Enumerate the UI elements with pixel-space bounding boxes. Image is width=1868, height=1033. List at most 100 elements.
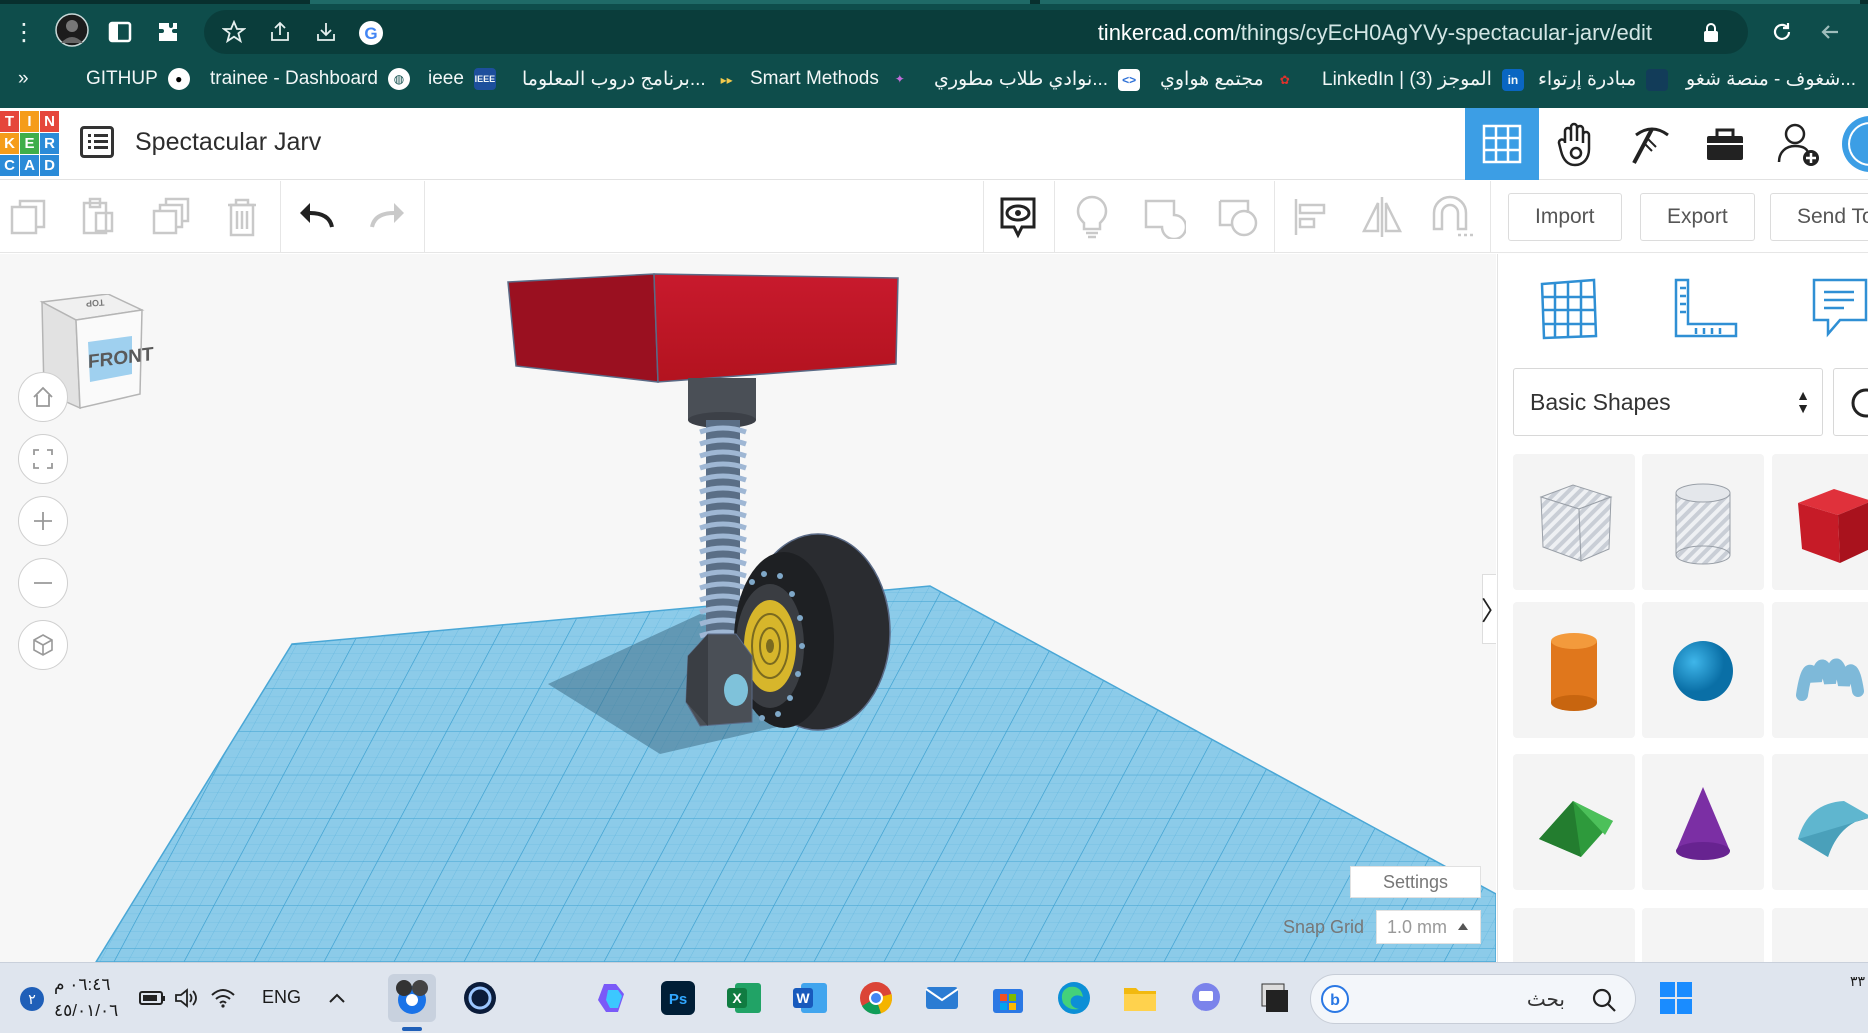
import-button[interactable]: Import [1508, 193, 1622, 241]
workplane-viewport[interactable]: FRONT TOP Settings Snap Grid 1.0 mm 〉 [0, 254, 1496, 962]
codeblocks-button[interactable] [1614, 108, 1688, 180]
export-button[interactable]: Export [1640, 193, 1755, 241]
workplane-scene[interactable] [0, 254, 1496, 962]
ruler-tool[interactable] [1670, 274, 1746, 344]
tinkercad-logo[interactable]: T I N K E R C A D [0, 111, 59, 177]
bookmark-item[interactable]: مبادرة إرتواء [1538, 68, 1669, 91]
shape-tile-box[interactable] [1772, 454, 1868, 590]
battery-icon[interactable] [138, 983, 168, 1013]
notes-tool[interactable] [1810, 274, 1868, 344]
shape-tile[interactable] [1513, 908, 1635, 962]
taskbar-search[interactable]: b بحث [1310, 974, 1636, 1024]
zoom-in-button[interactable] [18, 496, 68, 546]
copilot-app[interactable] [588, 974, 636, 1022]
bookmark-item[interactable]: Smart Methods ✦ [750, 68, 911, 90]
shape-tile[interactable] [1772, 908, 1868, 962]
app-icon[interactable] [1250, 974, 1298, 1022]
shape-tile-cylinder-hole[interactable] [1642, 454, 1764, 590]
delete-button[interactable] [218, 193, 266, 241]
google-icon[interactable]: G [354, 16, 388, 50]
tray-overflow-icon[interactable] [322, 983, 352, 1013]
projects-button[interactable] [1688, 108, 1762, 180]
bookmark-star-icon[interactable] [216, 14, 252, 50]
panel-collapse-toggle[interactable]: 〉 [1481, 574, 1496, 644]
undo-button[interactable] [292, 193, 340, 241]
shape-tile-round-roof[interactable] [1772, 754, 1868, 890]
workplane-tool[interactable] [1534, 274, 1610, 344]
shape-tile[interactable] [1642, 908, 1764, 962]
clock-time[interactable]: ٠٦:٤٦ م [54, 975, 111, 995]
home-view-button[interactable] [18, 372, 68, 422]
wifi-icon[interactable] [208, 983, 238, 1013]
clock-date[interactable]: ٤٥/٠١/٠٦ [54, 1001, 118, 1021]
bookmark-item[interactable]: برنامج دروب المعلوما... ▸▸ [522, 68, 738, 91]
volume-icon[interactable] [172, 983, 202, 1013]
cinema4d-app[interactable] [456, 974, 504, 1022]
circuits-button[interactable] [1540, 108, 1614, 180]
file-explorer-app[interactable] [1116, 974, 1164, 1022]
install-app-icon[interactable] [308, 14, 344, 50]
fit-view-button[interactable] [18, 434, 68, 484]
settings-button[interactable]: Settings [1350, 866, 1481, 898]
bookmark-item[interactable]: trainee - Dashboard ◍ [210, 68, 410, 90]
bookmark-item[interactable]: مجتمع هواوي ✿ [1160, 68, 1296, 91]
browser-menu-icon[interactable]: ⋮ [8, 12, 40, 52]
share-icon[interactable] [262, 14, 298, 50]
profile-avatar[interactable] [52, 10, 92, 50]
duplicate-button[interactable] [146, 193, 194, 241]
lock-icon[interactable] [1694, 16, 1728, 50]
bookmark-item[interactable]: نوادي طلاب مطوري... <> [934, 68, 1141, 91]
copy-button[interactable] [4, 193, 52, 241]
group-button[interactable] [1140, 193, 1188, 241]
send-to-button[interactable]: Send To [1770, 193, 1868, 241]
wheel-shape[interactable] [734, 533, 891, 731]
mail-app[interactable] [918, 974, 966, 1022]
notification-badge[interactable]: ٢ [20, 987, 44, 1011]
shape-tile-roof[interactable] [1513, 754, 1635, 890]
shape-tile-scribble[interactable] [1772, 602, 1868, 738]
zoom-out-button[interactable] [18, 558, 68, 608]
bookmark-item[interactable]: ieee IEEE [428, 68, 496, 90]
back-arrow-icon[interactable] [1810, 12, 1850, 52]
address-bar[interactable]: G tinkercad.com/things/cyEcH0AgYVy-spect… [204, 10, 1748, 54]
word-app[interactable]: W [786, 974, 834, 1022]
bookmark-item[interactable]: GITHUP ● [86, 68, 190, 90]
projection-toggle-button[interactable] [18, 620, 68, 670]
design-title[interactable]: Spectacular Jarv [135, 128, 321, 157]
chrome-profile-app[interactable] [388, 974, 436, 1022]
3d-design-button[interactable] [1465, 108, 1539, 180]
excel-app[interactable]: X [720, 974, 768, 1022]
chrome-app[interactable] [852, 974, 900, 1022]
red-box-shape[interactable] [507, 273, 899, 383]
mirror-button[interactable] [1358, 193, 1406, 241]
photoshop-app[interactable]: Ps [654, 974, 702, 1022]
redo-button[interactable] [364, 193, 412, 241]
extensions-icon[interactable] [148, 12, 188, 52]
shape-tile-cylinder[interactable] [1513, 602, 1635, 738]
align-button[interactable] [1286, 193, 1334, 241]
design-list-icon[interactable] [80, 126, 114, 158]
teams-chat-app[interactable] [1182, 974, 1230, 1022]
user-avatar[interactable] [1836, 108, 1868, 180]
snap-grid-select[interactable]: 1.0 mm [1376, 910, 1481, 944]
more-bookmarks-button[interactable]: » [18, 68, 29, 90]
paste-button[interactable] [74, 193, 122, 241]
bookmark-item[interactable]: شغوف - منصة شغو... [1686, 68, 1856, 91]
notes-button[interactable] [994, 193, 1042, 241]
sidebar-toggle-icon[interactable] [100, 12, 140, 52]
ungroup-button[interactable] [1214, 193, 1262, 241]
show-all-button[interactable] [1068, 193, 1116, 241]
shape-category-select[interactable]: Basic Shapes ▲ ▼ [1513, 368, 1823, 436]
shape-tile-cone[interactable] [1642, 754, 1764, 890]
shape-tile-sphere[interactable] [1642, 602, 1764, 738]
language-indicator[interactable]: ENG [262, 987, 301, 1008]
start-button[interactable] [1652, 974, 1700, 1022]
cruise-button[interactable] [1428, 193, 1476, 241]
bookmark-item[interactable]: LinkedIn | الموجز (3) in [1322, 68, 1524, 91]
shape-tile-box-hole[interactable] [1513, 454, 1635, 590]
store-app[interactable] [984, 974, 1032, 1022]
reload-icon[interactable] [1762, 12, 1802, 52]
invite-user-button[interactable] [1762, 108, 1836, 180]
edge-app[interactable] [1050, 974, 1098, 1022]
bracket-shape[interactable] [685, 633, 753, 727]
